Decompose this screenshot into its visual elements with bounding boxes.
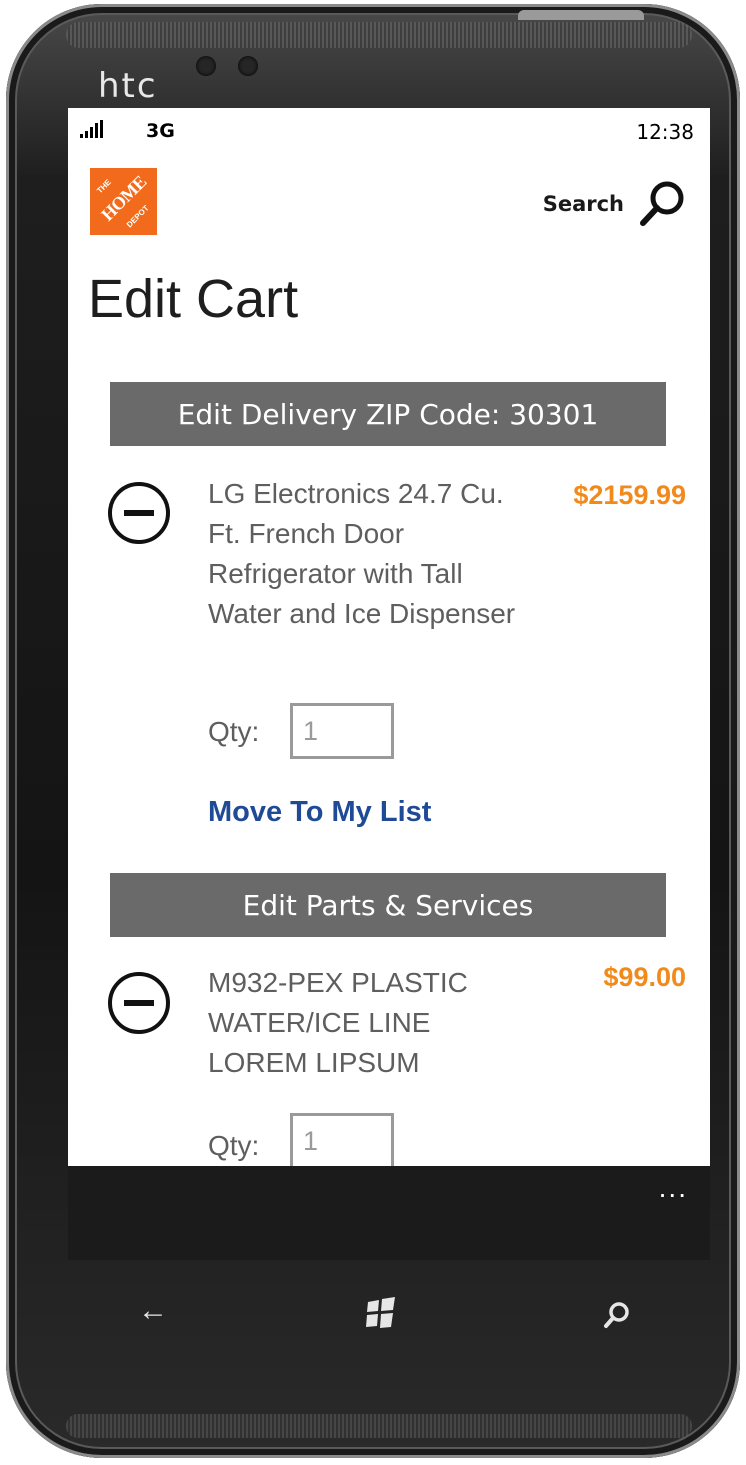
cart-item-name: LG Electronics 24.7 Cu. Ft. French Door … xyxy=(208,478,516,629)
cart-item-qty-input[interactable] xyxy=(290,703,394,759)
hardware-search-icon[interactable] xyxy=(602,1300,632,1330)
edit-parts-services-button[interactable]: Edit Parts & Services xyxy=(110,873,666,937)
back-arrow-icon[interactable]: ← xyxy=(138,1294,168,1328)
windows-start-icon[interactable] xyxy=(364,1296,398,1330)
light-sensor xyxy=(238,56,258,76)
clock: 12:38 xyxy=(636,120,694,144)
signal-strength-icon xyxy=(80,120,103,138)
bottom-grille xyxy=(66,1414,692,1438)
status-bar: 3G 12:38 xyxy=(68,108,710,156)
edit-delivery-zip-button[interactable]: Edit Delivery ZIP Code: 30301 xyxy=(110,382,666,446)
power-button[interactable] xyxy=(518,10,644,20)
phone-body: htc 3G 12:38 THE HOME DEPOT Search Edit … xyxy=(6,4,740,1458)
part-item-name: M932-PEX PLASTIC WATER/ICE LINE LOREM LI… xyxy=(208,967,468,1078)
logo-small-top: THE xyxy=(95,177,113,196)
cart-item-qty-label: Qty: xyxy=(208,716,260,747)
part-item-qty-label: Qty: xyxy=(208,1130,260,1161)
earpiece-grille xyxy=(66,22,692,48)
network-type: 3G xyxy=(146,120,175,142)
screen: 3G 12:38 THE HOME DEPOT Search Edit Cart… xyxy=(68,108,710,1260)
move-to-list-link[interactable]: Move To My List xyxy=(208,796,431,829)
search-icon xyxy=(640,181,684,226)
more-options-button[interactable]: ... xyxy=(659,1172,688,1204)
front-camera xyxy=(196,56,216,76)
part-item-qty-input[interactable] xyxy=(290,1113,394,1169)
page-title: Edit Cart xyxy=(88,269,299,329)
home-depot-logo[interactable]: THE HOME DEPOT xyxy=(90,168,157,235)
search-label: Search xyxy=(542,192,624,216)
remove-item-icon[interactable] xyxy=(106,480,172,546)
cart-item-price: $2159.99 xyxy=(573,480,686,510)
search-button[interactable]: Search xyxy=(543,178,688,230)
device-brand: htc xyxy=(98,66,158,106)
app-bar: ... xyxy=(68,1166,710,1260)
remove-part-icon[interactable] xyxy=(106,970,172,1036)
logo-text: HOME xyxy=(97,171,151,225)
part-item-price: $99.00 xyxy=(603,962,686,992)
